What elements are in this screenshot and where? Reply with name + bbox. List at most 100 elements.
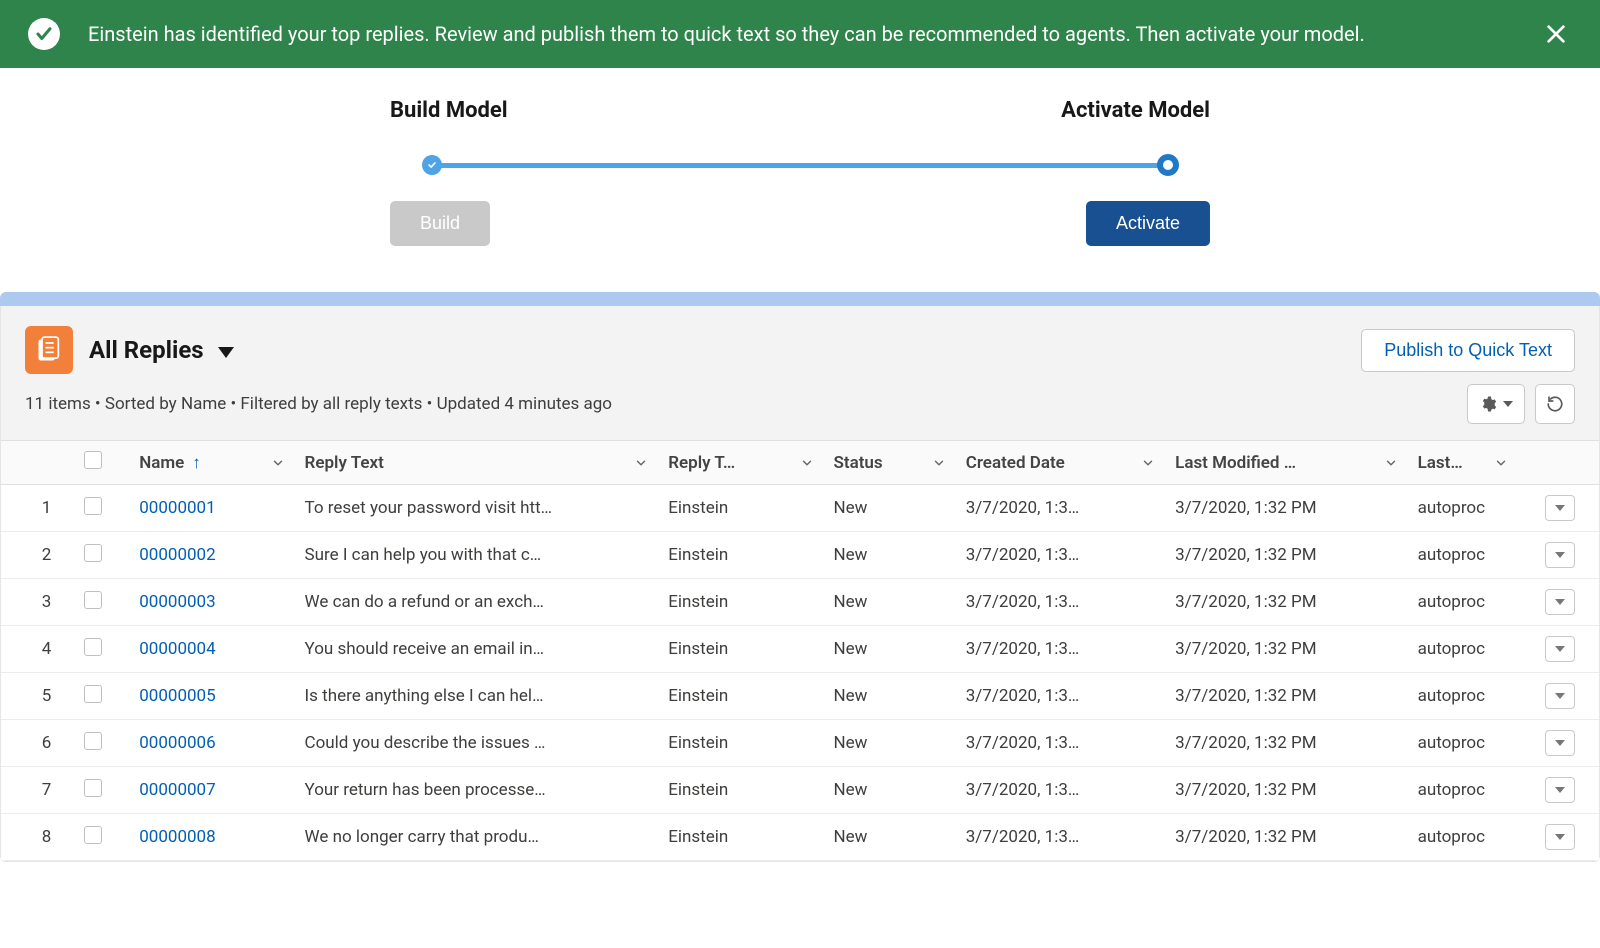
row-reply-type: Einstein	[662, 532, 827, 579]
col-header-created-date[interactable]: Created Date	[960, 441, 1169, 485]
row-actions-menu[interactable]	[1545, 777, 1575, 803]
row-modified-date: 3/7/2020, 1:32 PM	[1169, 626, 1411, 673]
row-reply-text: Could you describe the issues …	[299, 720, 663, 767]
col-header-status[interactable]: Status	[828, 441, 960, 485]
row-select-cell[interactable]	[78, 626, 133, 673]
col-header-reply-text[interactable]: Reply Text	[299, 441, 663, 485]
row-select-cell[interactable]	[78, 579, 133, 626]
row-checkbox[interactable]	[84, 732, 102, 750]
publish-quick-text-button[interactable]: Publish to Quick Text	[1361, 329, 1575, 372]
row-number: 1	[1, 485, 78, 532]
row-checkbox[interactable]	[84, 779, 102, 797]
row-checkbox[interactable]	[84, 685, 102, 703]
row-status: New	[828, 814, 960, 861]
row-select-cell[interactable]	[78, 814, 133, 861]
row-select-cell[interactable]	[78, 485, 133, 532]
row-actions-menu[interactable]	[1545, 495, 1575, 521]
row-last: autoproc	[1412, 673, 1522, 720]
caret-down-icon	[1555, 505, 1565, 511]
progress-step-build-icon	[422, 155, 442, 175]
banner-message: Einstein has identified your top replies…	[88, 22, 1540, 46]
row-reply-text: We no longer carry that produ…	[299, 814, 663, 861]
table-row: 700000007Your return has been processe…E…	[1, 767, 1599, 814]
progress-track	[432, 153, 1168, 177]
row-actions-cell	[1522, 720, 1599, 767]
row-created-date: 3/7/2020, 1:3…	[960, 532, 1169, 579]
row-select-cell[interactable]	[78, 720, 133, 767]
row-name-link[interactable]: 00000008	[133, 814, 298, 861]
col-header-reply-type[interactable]: Reply T…	[662, 441, 827, 485]
select-all-checkbox[interactable]	[84, 451, 102, 469]
col-header-last[interactable]: Last…	[1412, 441, 1522, 485]
success-banner: Einstein has identified your top replies…	[0, 0, 1600, 68]
row-select-cell[interactable]	[78, 532, 133, 579]
row-actions-menu[interactable]	[1545, 542, 1575, 568]
row-number: 2	[1, 532, 78, 579]
row-actions-menu[interactable]	[1545, 589, 1575, 615]
row-number: 6	[1, 720, 78, 767]
row-created-date: 3/7/2020, 1:3…	[960, 579, 1169, 626]
row-checkbox[interactable]	[84, 544, 102, 562]
row-select-cell[interactable]	[78, 767, 133, 814]
row-name-link[interactable]: 00000005	[133, 673, 298, 720]
row-reply-type: Einstein	[662, 767, 827, 814]
row-actions-menu[interactable]	[1545, 730, 1575, 756]
col-header-last-modified[interactable]: Last Modified …	[1169, 441, 1411, 485]
col-header-select-all[interactable]	[78, 441, 133, 485]
row-name-link[interactable]: 00000007	[133, 767, 298, 814]
caret-down-icon	[1555, 646, 1565, 652]
table-row: 400000004You should receive an email in……	[1, 626, 1599, 673]
caret-down-icon	[1555, 787, 1565, 793]
list-title-label: All Replies	[89, 336, 204, 364]
row-last: autoproc	[1412, 579, 1522, 626]
close-banner-button[interactable]	[1540, 18, 1572, 50]
row-name-link[interactable]: 00000001	[133, 485, 298, 532]
table-row: 500000005Is there anything else I can he…	[1, 673, 1599, 720]
row-modified-date: 3/7/2020, 1:32 PM	[1169, 767, 1411, 814]
check-circle-icon	[28, 18, 60, 50]
refresh-button[interactable]	[1535, 384, 1575, 424]
sort-asc-icon: ↑	[192, 453, 201, 473]
caret-down-icon	[218, 336, 234, 364]
row-number: 5	[1, 673, 78, 720]
row-number: 4	[1, 626, 78, 673]
stage-label-activate: Activate Model	[1061, 98, 1210, 123]
row-checkbox[interactable]	[84, 497, 102, 515]
row-select-cell[interactable]	[78, 673, 133, 720]
row-checkbox[interactable]	[84, 591, 102, 609]
row-actions-cell	[1522, 532, 1599, 579]
row-reply-text: We can do a refund or an exch…	[299, 579, 663, 626]
row-name-link[interactable]: 00000002	[133, 532, 298, 579]
caret-down-icon	[1555, 599, 1565, 605]
row-actions-menu[interactable]	[1545, 824, 1575, 850]
row-last: autoproc	[1412, 532, 1522, 579]
list-object-icon	[25, 326, 73, 374]
row-number: 8	[1, 814, 78, 861]
row-checkbox[interactable]	[84, 826, 102, 844]
chevron-down-icon	[932, 456, 946, 470]
row-checkbox[interactable]	[84, 638, 102, 656]
list-view-picker[interactable]: All Replies	[89, 336, 234, 364]
build-button[interactable]: Build	[390, 201, 490, 246]
row-actions-cell	[1522, 673, 1599, 720]
row-reply-type: Einstein	[662, 673, 827, 720]
row-name-link[interactable]: 00000003	[133, 579, 298, 626]
row-status: New	[828, 626, 960, 673]
row-actions-menu[interactable]	[1545, 636, 1575, 662]
row-name-link[interactable]: 00000004	[133, 626, 298, 673]
row-last: autoproc	[1412, 767, 1522, 814]
caret-down-icon	[1503, 401, 1513, 407]
row-last: autoproc	[1412, 814, 1522, 861]
activate-button[interactable]: Activate	[1086, 201, 1210, 246]
chevron-down-icon	[1141, 456, 1155, 470]
row-modified-date: 3/7/2020, 1:32 PM	[1169, 485, 1411, 532]
row-name-link[interactable]: 00000006	[133, 720, 298, 767]
col-header-name[interactable]: Name↑	[133, 441, 298, 485]
list-settings-button[interactable]	[1467, 384, 1525, 424]
row-number: 3	[1, 579, 78, 626]
row-status: New	[828, 767, 960, 814]
model-stage-panel: Build Model Activate Model Build Activat…	[0, 68, 1600, 286]
row-actions-menu[interactable]	[1545, 683, 1575, 709]
row-reply-text: Your return has been processe…	[299, 767, 663, 814]
caret-down-icon	[1555, 834, 1565, 840]
